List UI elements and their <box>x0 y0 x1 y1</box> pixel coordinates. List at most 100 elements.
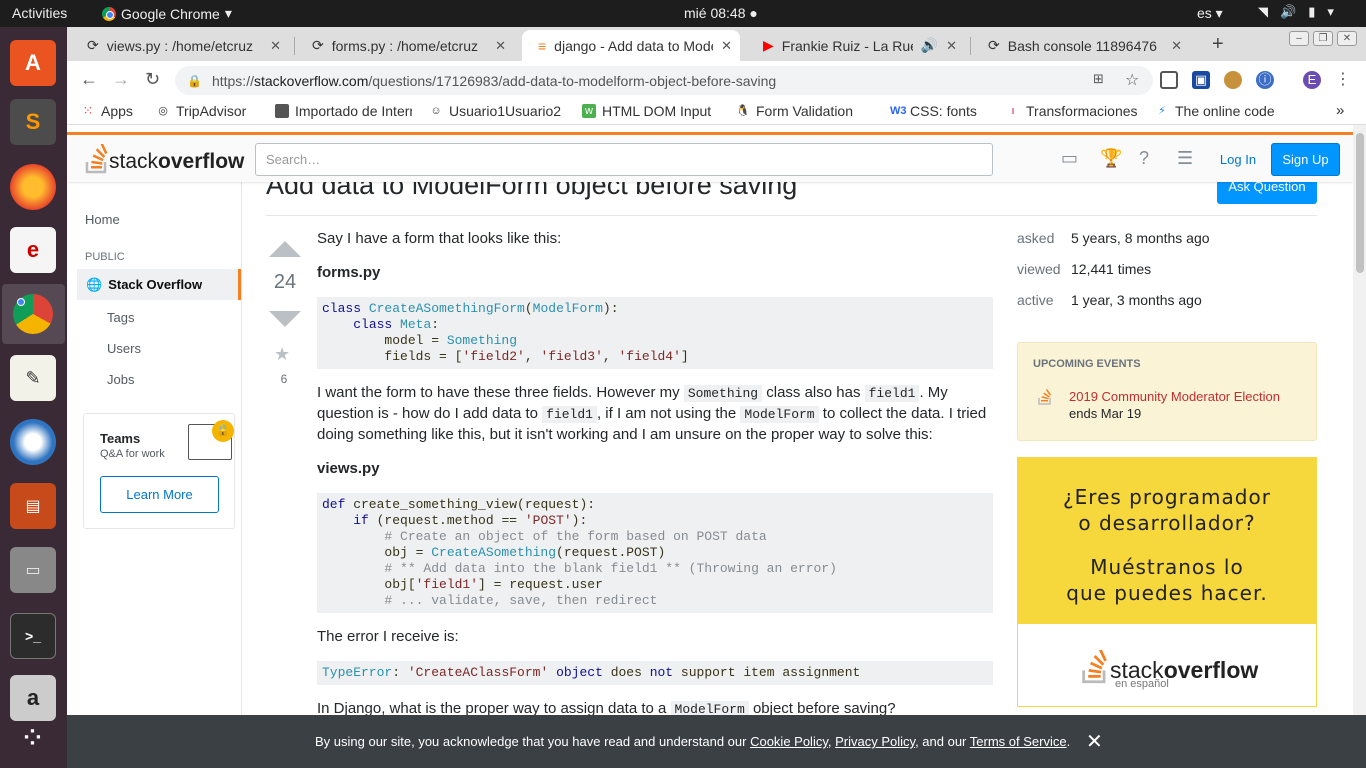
trophy-icon[interactable]: 🏆 <box>1100 148 1122 169</box>
so-logo[interactable]: stack overflow <box>85 144 244 174</box>
software-center-icon[interactable]: A <box>10 40 56 86</box>
close-icon[interactable]: ✕ <box>1171 38 1182 54</box>
sublime-text-icon[interactable]: S <box>10 99 56 145</box>
signup-button[interactable]: Sign Up <box>1271 143 1340 176</box>
active-value[interactable]: 1 year, 3 months ago <box>1071 292 1202 308</box>
inbox-icon[interactable]: ▭ <box>1061 148 1078 169</box>
tab-stackoverflow[interactable]: ≡ django - Add data to ModelForm object … <box>522 30 740 61</box>
nav-tags[interactable]: Tags <box>107 310 134 325</box>
bookmark-folder-imported[interactable]: Importado de Internet <box>275 103 412 119</box>
bookmark-tripadvisor[interactable]: ◎ TripAdvisor <box>156 103 261 119</box>
refresh-favicon-icon: ⟳ <box>988 37 1000 53</box>
close-icon[interactable]: ✕ <box>946 38 957 54</box>
chrome-dock-icon[interactable] <box>10 291 56 337</box>
learn-more-button[interactable]: Learn More <box>100 476 219 513</box>
nav-label: Stack Overflow <box>108 277 203 292</box>
question-body: Say I have a form that looks like this: … <box>317 229 993 715</box>
extension-icon[interactable]: ▣ <box>1192 71 1210 89</box>
cast-icon[interactable] <box>1160 71 1178 89</box>
cookie-extension-icon[interactable] <box>1224 71 1242 89</box>
address-bar[interactable]: 🔒 https://stackoverflow.com/questions/17… <box>175 66 1153 95</box>
impress-icon[interactable]: ▤ <box>10 483 56 529</box>
cookie-banner: By using our site, you acknowledge that … <box>67 715 1366 768</box>
downvote-arrow-icon[interactable] <box>269 311 301 327</box>
activities-button[interactable]: Activities <box>12 5 67 21</box>
clock[interactable]: mié 08:48 ● <box>684 5 758 21</box>
language-indicator[interactable]: es ▾ <box>1197 5 1223 22</box>
wifi-icon: ◥ <box>1258 4 1268 19</box>
inline-code: field1 <box>864 385 920 402</box>
bookmark-apps[interactable]: ⁙ Apps <box>81 103 151 119</box>
app-menu[interactable]: Google Chrome ▾ <box>102 5 232 22</box>
bookmark-online-code[interactable]: ⚡ The online code <box>1155 103 1298 119</box>
translate-icon[interactable]: ⊞ <box>1093 71 1104 87</box>
nav-stack-overflow[interactable]: 🌐 Stack Overflow <box>77 269 241 300</box>
inline-code: Something <box>683 385 763 402</box>
login-button[interactable]: Log In <box>1211 143 1265 176</box>
show-apps-icon[interactable]: ⁘ <box>10 715 56 761</box>
bookmark-star-icon[interactable]: ☆ <box>1125 70 1139 90</box>
help-icon[interactable]: ? <box>1139 148 1149 169</box>
logo-text-bold: overflow <box>158 150 245 173</box>
bookmark-form-validation[interactable]: 🐧 Form Validation <box>736 103 873 119</box>
firefox-icon[interactable] <box>10 164 56 210</box>
scrollbar-thumb[interactable] <box>1356 133 1364 273</box>
inline-code: ModelForm <box>740 406 819 423</box>
system-tray[interactable]: ◥ 🔊 ▮ ▾ <box>1258 4 1334 20</box>
tab-title: forms.py : /home/etcruz <box>331 37 479 54</box>
reload-button[interactable]: ↻ <box>145 69 160 90</box>
event-link[interactable]: 2019 Community Moderator Election <box>1069 389 1280 404</box>
nav-users[interactable]: Users <box>107 341 141 356</box>
profile-avatar[interactable]: E <box>1303 71 1321 89</box>
bookmark-css-fonts[interactable]: W3 CSS: fonts <box>890 103 1020 119</box>
close-icon[interactable]: ✕ <box>270 38 281 54</box>
nav-jobs[interactable]: Jobs <box>107 372 134 387</box>
favorite-star-icon[interactable]: ★ <box>274 344 290 365</box>
cookie-policy-link[interactable]: Cookie Policy <box>750 734 828 749</box>
tab-title: views.py : /home/etcruz <box>106 37 254 54</box>
back-button[interactable]: ← <box>80 69 98 90</box>
advertisement[interactable]: ¿Eres programador o desarrollador? Muést… <box>1017 457 1317 707</box>
privacy-policy-link[interactable]: Privacy Policy <box>835 734 915 749</box>
close-icon[interactable]: ✕ <box>721 38 732 54</box>
left-sidebar: Home PUBLIC 🌐 Stack Overflow Tags Users … <box>67 182 242 715</box>
menu-dots-icon[interactable]: ⋮ <box>1335 69 1351 89</box>
bookmark-html-dom[interactable]: w HTML DOM Input <box>582 103 719 119</box>
document-viewer-icon[interactable]: e <box>10 227 56 273</box>
page-scrollbar[interactable] <box>1353 125 1366 715</box>
text-editor-icon[interactable]: ✎ <box>10 355 56 401</box>
maximize-button[interactable]: ❐ <box>1313 31 1333 46</box>
post-paragraph: I want the form to have these three fiel… <box>317 383 993 445</box>
thunderbird-icon[interactable] <box>10 419 56 465</box>
asked-label: asked <box>1017 230 1055 246</box>
tab-youtube[interactable]: ▶ Frankie Ruiz - La Rueda 🔊 ✕ <box>747 30 965 61</box>
forward-button[interactable]: → <box>112 69 130 90</box>
terminal-icon[interactable]: >_ <box>10 613 56 659</box>
refresh-favicon-icon: ⟳ <box>312 37 324 53</box>
minimize-button[interactable]: – <box>1289 31 1309 46</box>
close-icon[interactable]: ✕ <box>1086 729 1103 754</box>
site-switcher-icon[interactable]: ☰ <box>1177 148 1193 169</box>
bookmarks-overflow-icon[interactable]: » <box>1336 102 1344 119</box>
bookmark-usuario[interactable]: ☺ Usuario1Usuario2 <box>429 103 565 119</box>
search-input[interactable]: Search… <box>255 143 993 176</box>
close-window-button[interactable]: ✕ <box>1337 31 1357 46</box>
language-text: es <box>1197 5 1212 21</box>
bookmark-transformaciones[interactable]: ı Transformaciones <box>1006 103 1140 119</box>
new-tab-button[interactable]: + <box>1212 33 1224 56</box>
bookmark-label: Importado de Internet <box>295 103 412 119</box>
tab-title: django - Add data to ModelForm object be… <box>554 37 713 54</box>
close-icon[interactable]: ✕ <box>495 38 506 54</box>
audio-playing-icon[interactable]: 🔊 <box>921 37 938 54</box>
nav-home[interactable]: Home <box>85 212 120 227</box>
tab-views-py[interactable]: ⟳ views.py : /home/etcruz ✕ <box>71 30 289 61</box>
tab-bash-console[interactable]: ⟳ Bash console 11896476 ✕ <box>972 30 1190 61</box>
tab-forms-py[interactable]: ⟳ forms.py : /home/etcruz ✕ <box>296 30 514 61</box>
w3c-icon: W3 <box>890 105 907 117</box>
extension-icon[interactable]: ⓘ <box>1256 71 1274 89</box>
files-icon[interactable]: ▭ <box>10 547 56 593</box>
bookmark-label: HTML DOM Input <box>602 103 712 119</box>
upvote-arrow-icon[interactable] <box>269 241 301 257</box>
terms-of-service-link[interactable]: Terms of Service <box>970 734 1067 749</box>
linux-icon: 🐧 <box>736 105 750 117</box>
